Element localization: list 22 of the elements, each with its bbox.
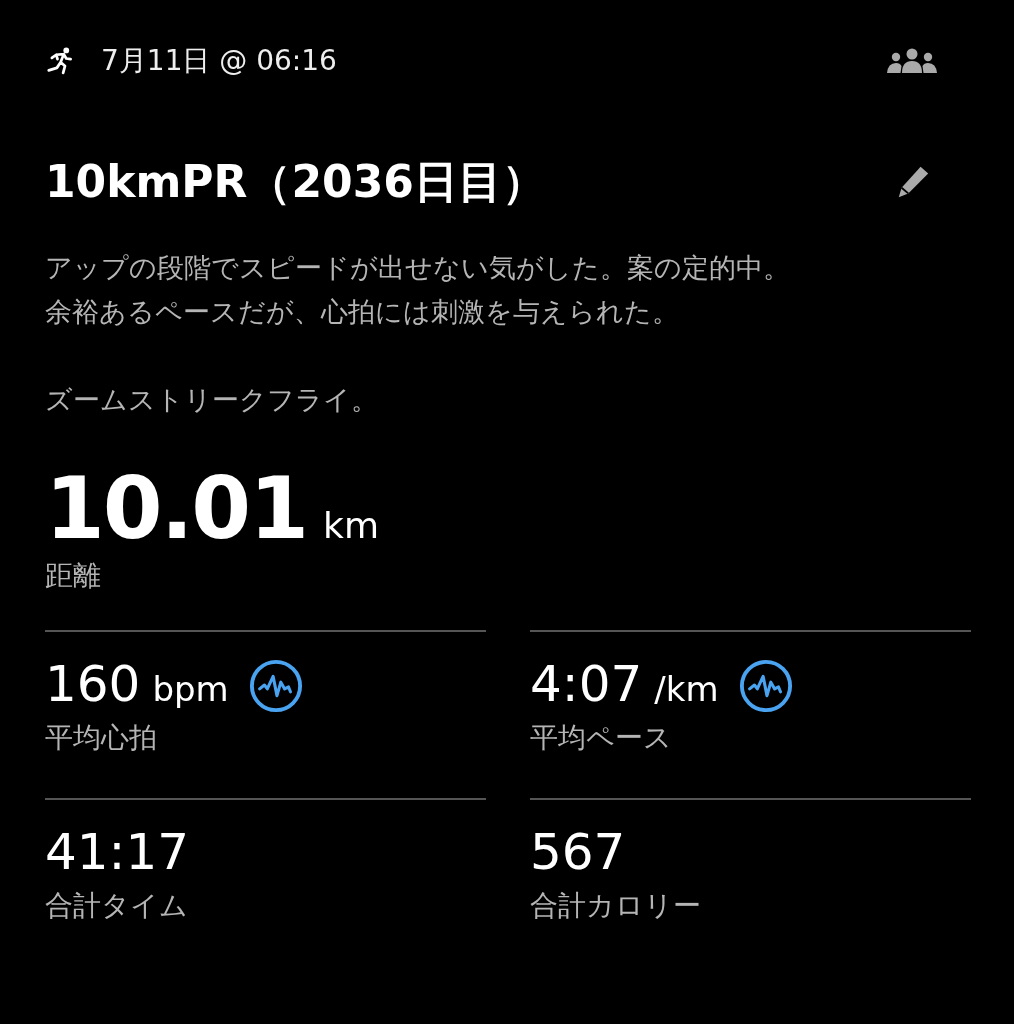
stat-value: 567 xyxy=(530,822,626,882)
distance-label: 距離 xyxy=(45,558,101,594)
activity-date: 7月11日 @ 06:16 xyxy=(101,43,337,79)
stat-unit: /km xyxy=(654,669,719,709)
stat-unit: bpm xyxy=(152,669,229,709)
runner-icon xyxy=(45,46,75,76)
heart-rate-icon[interactable] xyxy=(738,659,793,713)
distance-value: 10.01 xyxy=(45,460,308,556)
note-text: ズームストリークフライ。 xyxy=(45,383,379,417)
stat-label: 平均ペース xyxy=(530,720,672,756)
stat-label: 合計カロリー xyxy=(530,888,701,924)
stat-label: 平均心拍 xyxy=(45,720,157,756)
description-text: 余裕あるペースだが、心拍には刺激を与えられた。 xyxy=(45,295,680,329)
heart-rate-icon[interactable] xyxy=(248,659,303,713)
description-text: アップの段階でスピードが出せない気がした。案の定的中。 xyxy=(45,251,791,285)
stat-label: 合計タイム xyxy=(45,888,188,924)
stat-value: 4:07 xyxy=(530,654,643,714)
stat-value: 41:17 xyxy=(45,822,190,882)
stat-value: 160 xyxy=(45,654,141,714)
group-icon[interactable] xyxy=(886,48,938,74)
activity-title: 10kmPR（2036日目） xyxy=(45,156,546,208)
distance-unit: km xyxy=(323,505,379,546)
